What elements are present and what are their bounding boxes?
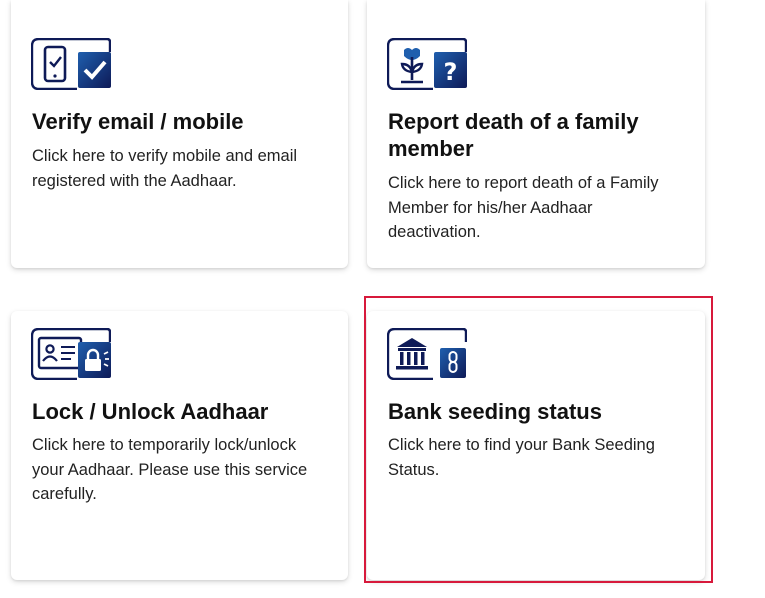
card-report-death[interactable]: ? Report death of a family member Click … xyxy=(367,0,705,268)
card-title: Bank seeding status xyxy=(388,399,602,424)
svg-text:?: ? xyxy=(444,58,458,86)
card-bank-seeding-status[interactable]: Bank seeding status Click here to find y… xyxy=(367,311,705,580)
id-card-lock-icon xyxy=(31,328,111,380)
card-title: Report death of a family member xyxy=(388,109,639,161)
card-verify-email-mobile[interactable]: Verify email / mobile Click here to veri… xyxy=(11,0,348,268)
card-description: Click here to verify mobile and email re… xyxy=(32,147,298,190)
card-description: Click here to temporarily lock/unlock yo… xyxy=(32,436,308,503)
flower-question-icon: ? xyxy=(387,38,467,90)
bank-link-icon xyxy=(387,328,467,380)
card-description: Click here to find your Bank Seeding Sta… xyxy=(388,436,655,479)
card-description: Click here to report death of a Family M… xyxy=(388,174,659,241)
card-title: Verify email / mobile xyxy=(32,109,244,134)
card-title: Lock / Unlock Aadhaar xyxy=(32,399,269,424)
card-lock-unlock-aadhaar[interactable]: Lock / Unlock Aadhaar Click here to temp… xyxy=(11,311,348,580)
phone-checkmark-icon xyxy=(31,38,111,90)
